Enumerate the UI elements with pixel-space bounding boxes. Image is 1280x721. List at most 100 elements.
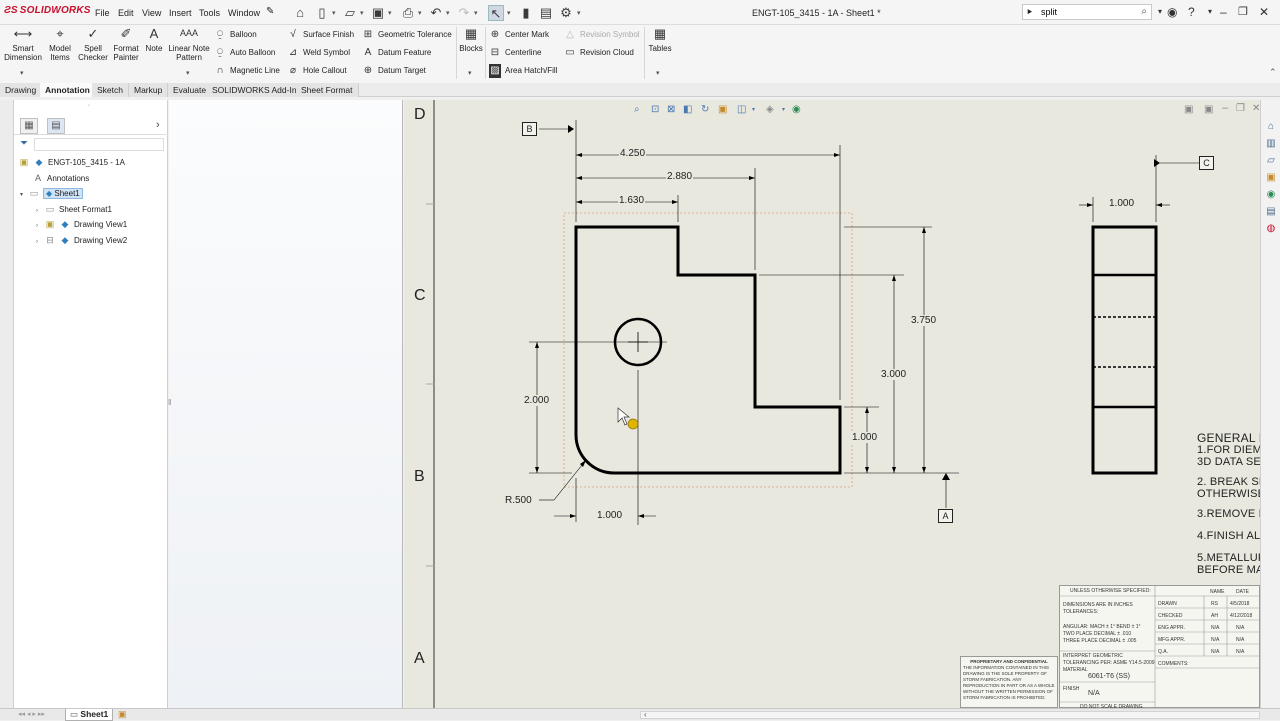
tb-row-date[interactable]: N/A — [1236, 637, 1244, 643]
chevron-down-icon[interactable]: ▾ — [782, 106, 785, 113]
menu-file[interactable]: File — [95, 8, 110, 18]
menu-insert[interactable]: Insert — [169, 8, 192, 18]
revision-symbol-button[interactable]: △ Revision Symbol — [564, 28, 639, 42]
note-button[interactable]: A Note — [143, 27, 165, 53]
centerline-button[interactable]: ⊟ Centerline — [489, 46, 542, 60]
featuremanager-tab-icon[interactable]: ▦ — [20, 118, 38, 134]
previous-view-icon[interactable]: ⊠ — [667, 104, 675, 115]
new-document-icon[interactable]: ▯ — [314, 5, 330, 21]
tab-markup[interactable]: Markup — [129, 83, 169, 97]
filter-icon[interactable]: ⏷ — [20, 138, 28, 149]
appearance-icon[interactable]: ◉ — [792, 104, 801, 115]
chevron-right-icon[interactable]: › — [156, 119, 160, 131]
appearances-icon[interactable]: ◉ — [1264, 188, 1278, 202]
tab-sketch[interactable]: Sketch — [92, 83, 129, 97]
linear-note-pattern-button[interactable]: AAA Linear Note Pattern — [167, 27, 211, 63]
open-folder-icon[interactable]: ▱ — [342, 5, 358, 21]
menu-view[interactable]: View — [142, 8, 161, 18]
viewport-minimize-icon[interactable]: – — [1222, 102, 1228, 114]
format-painter-button[interactable]: ✐ Format Painter — [110, 27, 142, 62]
tab-sheet-format[interactable]: Sheet Format — [296, 83, 359, 97]
magnetic-line-button[interactable]: ∩ Magnetic Line — [214, 64, 279, 78]
tb-finish[interactable]: N/A — [1088, 690, 1100, 697]
tb-row-name[interactable]: N/A — [1211, 637, 1219, 643]
radius-dimension[interactable]: R.500 — [504, 495, 533, 506]
dimension-1000-right[interactable]: 1.000 — [851, 432, 879, 443]
datum-target-button[interactable]: ⊕ Datum Target — [362, 64, 426, 78]
blocks-button[interactable]: ▦ Blocks — [458, 27, 484, 53]
tb-row-date[interactable]: 4/5/2018 — [1230, 601, 1249, 607]
solidworks-logo[interactable]: ƧS SOLIDWORKS — [4, 5, 91, 16]
side-view-dimension-1000[interactable]: 1.000 — [1108, 198, 1136, 209]
dimension-1630[interactable]: 1.630 — [618, 195, 646, 206]
design-library-icon[interactable]: ▥ — [1264, 137, 1278, 151]
tree-item-drawing-view1[interactable]: › ▣ ◆ Drawing View1 — [36, 218, 127, 230]
panel-grip-icon[interactable]: ◦ — [88, 103, 90, 109]
redo-icon[interactable]: ↷ — [456, 5, 472, 21]
viewport-restore-icon[interactable]: ❐ — [1236, 103, 1245, 114]
save-icon[interactable]: ▣ — [370, 5, 386, 21]
tree-item-annotations[interactable]: A Annotations — [32, 172, 89, 184]
restore-icon[interactable]: ❐ — [1238, 5, 1248, 18]
tree-item-sheet1[interactable]: ▾ ▭ ◆ Sheet1 — [20, 187, 83, 199]
rebuild-icon[interactable]: ▮ — [518, 5, 534, 21]
display-style-icon[interactable]: ◫ — [737, 104, 746, 115]
dimension-2880[interactable]: 2.880 — [666, 171, 694, 182]
chevron-down-icon[interactable]: ▾ — [360, 9, 364, 17]
print-icon[interactable]: ⎙ — [400, 5, 416, 21]
tree-filter-box[interactable] — [34, 138, 164, 151]
tree-item-drawing-view2[interactable]: › ⊟ ◆ Drawing View2 — [36, 234, 127, 246]
datum-feature-button[interactable]: A Datum Feature — [362, 46, 432, 60]
menu-tools[interactable]: Tools — [199, 8, 220, 18]
custom-properties-icon[interactable]: ▤ — [1264, 205, 1278, 219]
smart-dimension-button[interactable]: ⟷ Smart Dimension — [3, 27, 43, 62]
chevron-down-icon[interactable]: ▾ — [446, 9, 450, 17]
tables-button[interactable]: ▦ Tables — [646, 27, 674, 53]
help-dropdown-icon[interactable]: ▾ — [1208, 7, 1212, 16]
solidworks-resources-icon[interactable]: ⌂ — [1264, 120, 1278, 134]
sheet-nav-arrows-icon[interactable]: ◂◂ ◂ ▸ ▸▸ — [18, 710, 45, 718]
chevron-down-icon[interactable]: ▾ — [656, 69, 660, 77]
tree-item-sheet-format1[interactable]: › ▭ Sheet Format1 — [36, 203, 112, 215]
tb-row-name[interactable]: RS — [1211, 601, 1218, 607]
model-items-button[interactable]: ⌖ Model Items — [44, 27, 76, 62]
viewport-split-icon[interactable]: ▣ — [1204, 104, 1213, 115]
rotate-view-icon[interactable]: ↻ — [701, 104, 709, 115]
undo-icon[interactable]: ↶ — [428, 5, 444, 21]
area-hatch-fill-button[interactable]: ▨ Area Hatch/Fill — [489, 64, 557, 78]
chevron-down-icon[interactable]: ▾ — [388, 9, 392, 17]
auto-balloon-button[interactable]: ⍜ Auto Balloon — [214, 46, 275, 60]
hide-show-items-icon[interactable]: ◈ — [766, 104, 774, 115]
file-explorer-icon[interactable]: ▱ — [1264, 154, 1278, 168]
chevron-down-icon[interactable]: ▾ — [468, 69, 472, 77]
view-orientation-icon[interactable]: ▣ — [718, 104, 727, 115]
tb-material[interactable]: 6061-T6 (SS) — [1088, 673, 1130, 680]
zoom-to-area-icon[interactable]: ⊡ — [651, 104, 659, 115]
dimension-2000[interactable]: 2.000 — [523, 395, 551, 406]
splitter-handle-icon[interactable]: ‖ — [168, 398, 173, 410]
tb-row-date[interactable]: 4/12/2018 — [1230, 613, 1252, 619]
datum-b[interactable]: B — [522, 122, 537, 136]
chevron-down-icon[interactable]: ▾ — [507, 9, 511, 17]
chevron-down-icon[interactable]: ▾ — [20, 69, 24, 77]
hole-callout-button[interactable]: ⌀ Hole Callout — [287, 64, 347, 78]
dimension-3750[interactable]: 3.750 — [910, 315, 938, 326]
geometric-tolerance-button[interactable]: ⊞ Geometric Tolerance — [362, 28, 452, 42]
forum-icon[interactable]: ◍ — [1264, 222, 1278, 236]
chevron-down-icon[interactable]: ▾ — [752, 106, 755, 113]
surface-finish-button[interactable]: √ Surface Finish — [287, 28, 354, 42]
dimension-3000[interactable]: 3.000 — [880, 369, 908, 380]
chevron-down-icon[interactable]: ▾ — [474, 9, 478, 17]
tb-row-name[interactable]: AH — [1211, 613, 1218, 619]
chevron-down-icon[interactable]: ▾ — [186, 69, 190, 77]
tab-evaluate[interactable]: Evaluate — [168, 83, 213, 97]
drawing-sheet[interactable]: D C B A ⌕ ⊡ ⊠ ◧ ↻ ▣ ◫ ▾ ◈ ▾ ◉ ▣ ▣ – ❐ ✕ … — [404, 100, 1261, 710]
property-manager-tab-icon[interactable]: ▤ — [47, 118, 65, 134]
expand-icon[interactable]: › — [36, 236, 44, 248]
left-collapse-strip[interactable] — [0, 100, 14, 708]
horizontal-scrollbar[interactable]: ‹ — [640, 710, 1260, 719]
title-block[interactable]: UNLESS OTHERWISE SPECIFIED: DIMENSIONS A… — [1059, 585, 1261, 710]
tab-annotation[interactable]: Annotation — [40, 83, 96, 97]
balloon-button[interactable]: ⍜ Balloon — [214, 28, 257, 42]
tree-root-drawing[interactable]: ▣ ◆ ENGT-105_3415 - 1A — [18, 156, 125, 168]
